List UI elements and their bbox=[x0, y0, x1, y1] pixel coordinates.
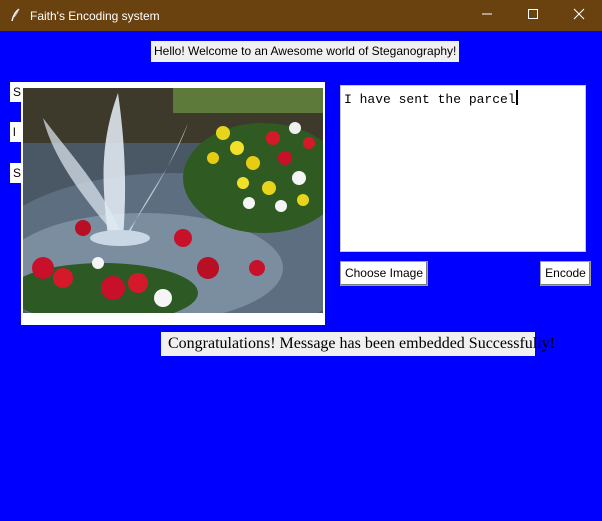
fountain-flowers-photo bbox=[23, 88, 323, 313]
choose-image-button[interactable]: Choose Image bbox=[340, 261, 428, 286]
welcome-label: Hello! Welcome to an Awesome world of St… bbox=[151, 41, 459, 62]
maximize-icon bbox=[527, 7, 539, 25]
close-button[interactable] bbox=[556, 0, 602, 31]
title-bar[interactable]: Faith's Encoding system bbox=[0, 0, 602, 31]
encode-button[interactable]: Encode bbox=[540, 261, 591, 286]
feather-icon bbox=[8, 7, 24, 23]
window-client-area: Hello! Welcome to an Awesome world of St… bbox=[0, 31, 602, 521]
minimize-button[interactable] bbox=[464, 0, 510, 31]
minimize-icon bbox=[481, 7, 493, 25]
status-message: Congratulations! Message has been embedd… bbox=[161, 332, 555, 356]
text-cursor bbox=[515, 90, 518, 105]
maximize-button[interactable] bbox=[510, 0, 556, 31]
message-text: I have sent the parcel bbox=[344, 92, 516, 107]
window-title: Faith's Encoding system bbox=[30, 9, 160, 23]
message-textbox[interactable]: I have sent the parcel bbox=[340, 85, 586, 252]
image-preview bbox=[21, 82, 325, 325]
close-icon bbox=[573, 7, 585, 25]
